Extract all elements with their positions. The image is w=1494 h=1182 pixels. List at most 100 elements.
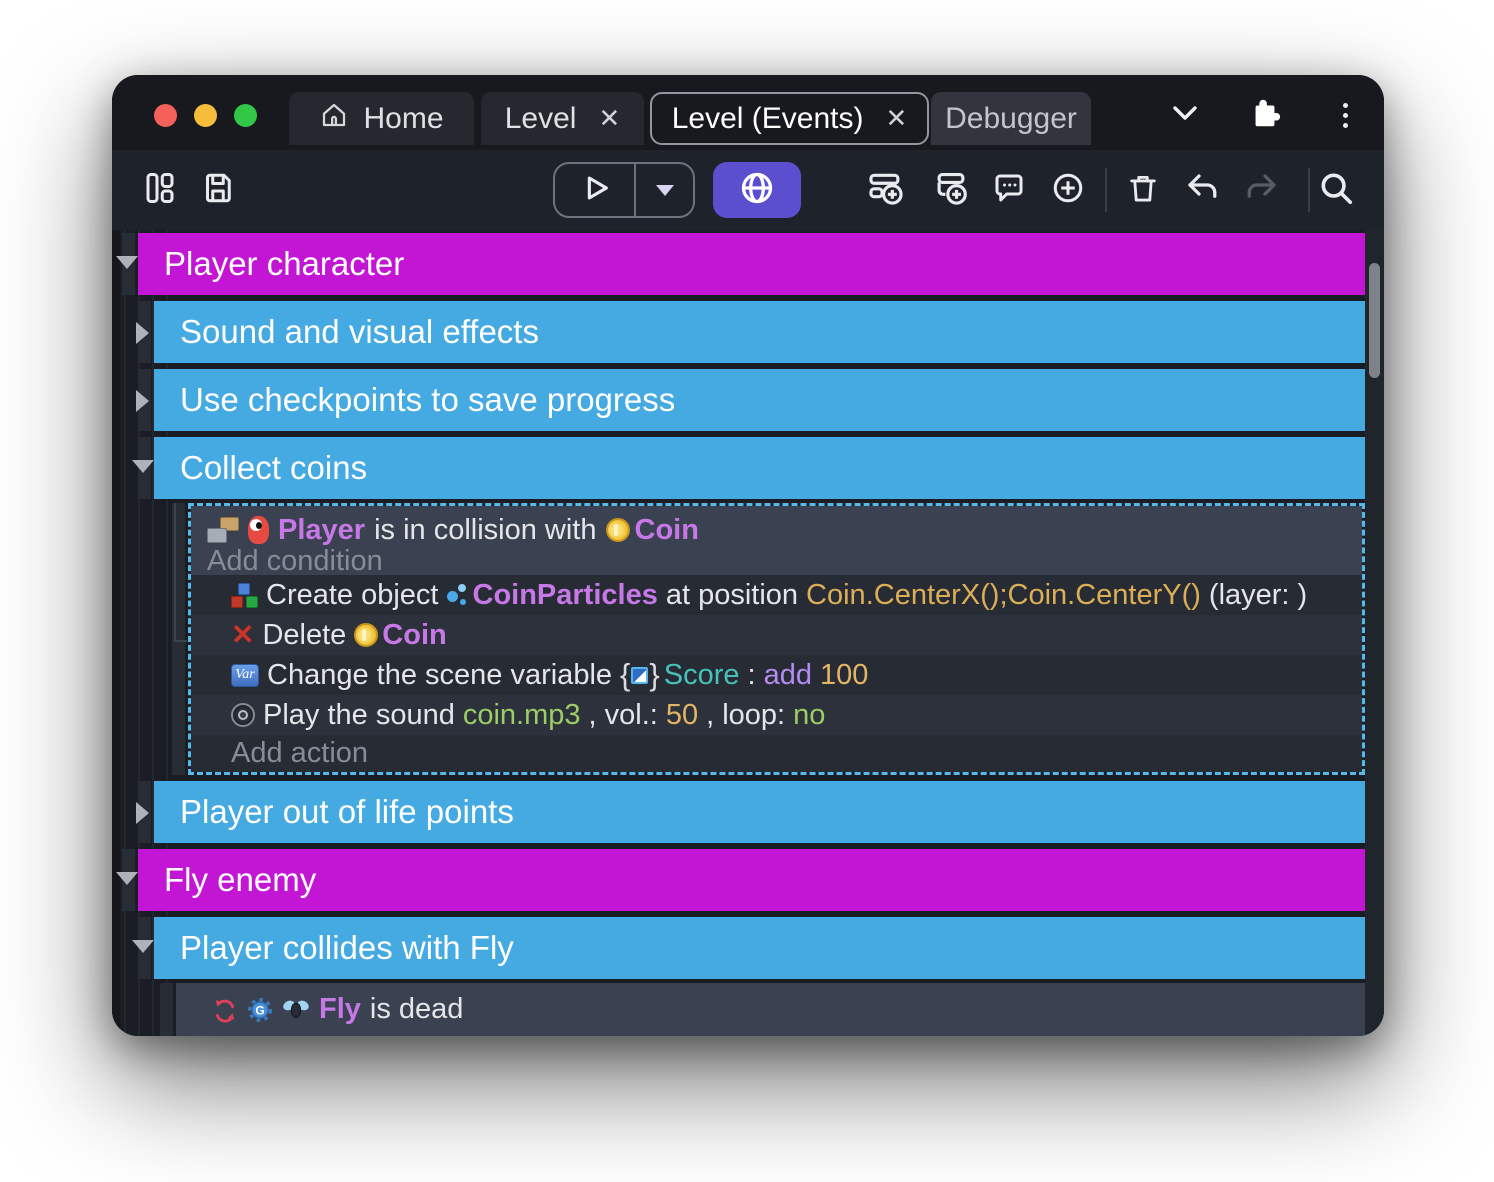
condition-fly-is-dead[interactable]: G Fly is dead: [176, 983, 1365, 1036]
action-text: at position: [666, 579, 798, 612]
coinparticles-object-icon: [447, 582, 469, 609]
toolbar: [112, 150, 1384, 230]
group-sound-visual-effects[interactable]: Sound and visual effects: [154, 301, 1365, 363]
redo-button[interactable]: [1240, 168, 1284, 212]
save-button[interactable]: [196, 168, 240, 212]
group-player-collides-fly[interactable]: Player collides with Fly: [154, 917, 1365, 979]
object-name: Fly: [319, 993, 361, 1026]
close-tab-icon[interactable]: ✕: [885, 103, 907, 134]
gear-letter: G: [255, 1003, 264, 1017]
group-label: Player out of life points: [180, 793, 514, 831]
sheet-left-edge: [112, 230, 120, 1036]
file-name: coin.mp3: [463, 699, 581, 732]
group-use-checkpoints[interactable]: Use checkpoints to save progress: [154, 369, 1365, 431]
title-bar: Home Level ✕ Level (Events) ✕ Debugger: [112, 75, 1384, 150]
value: 50: [666, 699, 698, 732]
expand-caret-icon[interactable]: [136, 390, 149, 412]
object-name: Coin: [382, 619, 446, 652]
expand-caret-icon[interactable]: [136, 802, 149, 824]
events-sheet: Player character Sound and visual effect…: [112, 230, 1384, 1036]
preview-options-button[interactable]: [636, 164, 693, 216]
tabs-overflow-button[interactable]: [1163, 93, 1207, 137]
add-other-button[interactable]: [1046, 168, 1090, 212]
trash-icon: [1126, 171, 1160, 210]
indent-guide: [124, 230, 126, 1036]
group-player-character[interactable]: Player character: [138, 233, 1365, 295]
puzzle-icon: [1248, 96, 1282, 135]
group-label: Player collides with Fly: [180, 929, 514, 967]
delete-button[interactable]: [1121, 168, 1165, 212]
collision-icon: [207, 517, 239, 543]
zoom-button[interactable]: [234, 104, 257, 127]
save-icon: [200, 170, 236, 211]
search-button[interactable]: [1314, 168, 1358, 212]
behavior-gear-icon: G: [247, 997, 273, 1023]
play-preview-button[interactable]: [555, 164, 636, 216]
action-text: :: [748, 659, 756, 692]
close-button[interactable]: [154, 104, 177, 127]
toggle-panels-button[interactable]: [138, 168, 182, 212]
tab-label: Level: [505, 102, 577, 136]
tab-label: Debugger: [945, 102, 1077, 136]
action-text: , loop:: [706, 699, 785, 732]
search-icon: [1317, 169, 1355, 212]
undo-button[interactable]: [1180, 168, 1224, 212]
network-preview-button[interactable]: [713, 162, 801, 218]
add-sub-event-button[interactable]: [929, 168, 973, 212]
action-create-object[interactable]: Create object CoinParticles at position …: [191, 575, 1362, 615]
add-event-button[interactable]: [864, 168, 908, 212]
preview-split-button: [553, 162, 695, 218]
collapse-caret-icon[interactable]: [132, 940, 154, 953]
object-name: Player: [278, 514, 365, 547]
speaker-icon: [231, 703, 255, 727]
close-tab-icon[interactable]: ✕: [598, 103, 620, 134]
group-label: Sound and visual effects: [180, 313, 539, 351]
action-delete-coin[interactable]: ✕ Delete Coin: [191, 615, 1362, 655]
scrollbar-thumb[interactable]: [1369, 263, 1380, 378]
event-drag-handle[interactable]: [160, 983, 173, 1036]
comment-icon: [991, 170, 1027, 211]
scrollbar-track[interactable]: [1365, 230, 1384, 1036]
create-object-icon: [231, 583, 258, 608]
action-play-sound[interactable]: Play the sound coin.mp3, vol.: 50, loop:…: [191, 695, 1362, 735]
condition-text: is dead: [370, 993, 464, 1026]
globe-icon: [739, 170, 775, 211]
play-icon: [578, 171, 612, 210]
fly-object-icon: [282, 999, 310, 1021]
tab-label: Level (Events): [672, 102, 864, 136]
condition-collision[interactable]: Player is in collision with Coin: [191, 506, 1362, 548]
collapse-caret-icon[interactable]: [116, 256, 138, 269]
split-layout-icon: [142, 170, 178, 211]
add-comment-button[interactable]: [987, 168, 1031, 212]
action-change-variable[interactable]: Var Change the scene variable {} Score: …: [191, 655, 1362, 695]
value: 100: [820, 659, 868, 692]
home-icon: [319, 100, 349, 138]
group-player-out-of-life[interactable]: Player out of life points: [154, 781, 1365, 843]
collapse-caret-icon[interactable]: [132, 460, 154, 473]
tab-home[interactable]: Home: [289, 92, 474, 145]
add-condition-button[interactable]: Add condition: [191, 548, 1362, 575]
expand-caret-icon[interactable]: [136, 322, 149, 344]
event-collect-coin-selected[interactable]: Player is in collision with Coin Add con…: [188, 503, 1365, 775]
caret-down-icon: [656, 185, 674, 196]
event-connector-line: [174, 503, 187, 642]
action-text: Change the scene variable: [267, 659, 612, 692]
player-object-icon: [248, 516, 269, 544]
extensions-button[interactable]: [1243, 93, 1287, 137]
group-collect-coins[interactable]: Collect coins: [154, 437, 1365, 499]
undo-icon: [1184, 170, 1220, 211]
variable-name: Score: [664, 659, 740, 692]
object-name: Coin: [635, 514, 699, 547]
collapse-caret-icon[interactable]: [116, 872, 138, 885]
add-action-button[interactable]: Add action: [191, 735, 1362, 772]
toolbar-divider: [1308, 168, 1310, 212]
action-text: Play the sound: [263, 699, 455, 732]
add-event-icon: [867, 169, 905, 212]
group-label: Fly enemy: [164, 861, 316, 899]
group-fly-enemy[interactable]: Fly enemy: [138, 849, 1365, 911]
tab-debugger[interactable]: Debugger: [931, 92, 1091, 145]
tab-level[interactable]: Level ✕: [481, 92, 644, 145]
minimize-button[interactable]: [194, 104, 217, 127]
tab-level-events[interactable]: Level (Events) ✕: [650, 92, 929, 145]
window-menu-button[interactable]: [1323, 93, 1367, 137]
